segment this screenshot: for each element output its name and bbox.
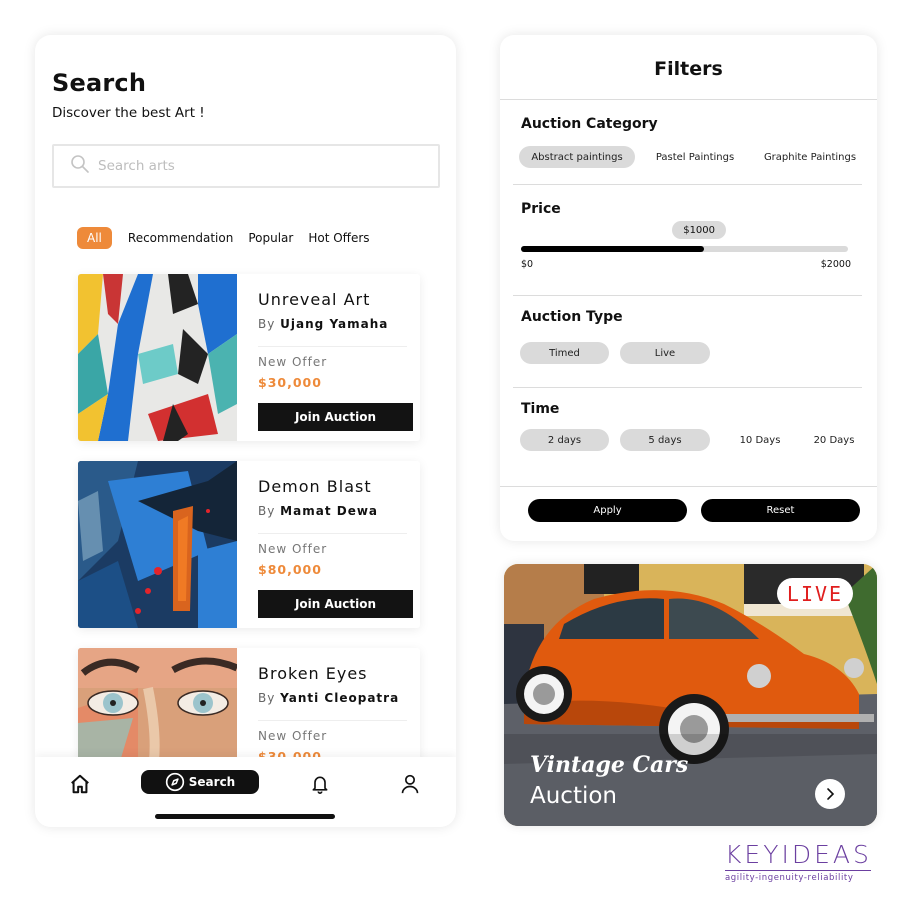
price-slider-fill[interactable] <box>521 246 705 252</box>
nav-profile[interactable] <box>400 773 420 795</box>
compass-icon <box>165 772 184 792</box>
tab-all[interactable]: All <box>77 227 112 249</box>
search-input[interactable] <box>98 158 398 174</box>
chip-abstract-paintings[interactable]: Abstract paintings <box>519 146 635 168</box>
tab-hot-offers[interactable]: Hot Offers <box>308 231 369 245</box>
home-icon <box>71 774 89 794</box>
art-title: Unreveal Art <box>258 290 371 309</box>
tab-popular[interactable]: Popular <box>248 231 293 245</box>
auction-category-heading: Auction Category <box>521 116 658 132</box>
home-indicator <box>155 814 335 819</box>
bell-icon <box>312 776 328 794</box>
art-title: Broken Eyes <box>258 664 368 683</box>
page-subtitle: Discover the best Art ! <box>52 105 205 121</box>
chip-timed[interactable]: Timed <box>520 342 609 364</box>
auction-type-heading: Auction Type <box>521 309 623 325</box>
artwork-image <box>78 461 237 628</box>
divider <box>258 720 407 721</box>
nav-home[interactable] <box>69 773 91 795</box>
brand-logo: KEYIDEAS agility-ingenuity-reliability <box>725 840 875 883</box>
offer-price: $30,000 <box>258 375 322 390</box>
art-title: Demon Blast <box>258 477 372 496</box>
divider <box>500 486 877 487</box>
divider <box>513 387 862 388</box>
price-max-label: $2000 <box>820 259 851 270</box>
promo-script-title: Vintage Cars <box>530 752 689 778</box>
chip-live[interactable]: Live <box>620 342 710 364</box>
bottom-nav: Search <box>35 757 456 827</box>
chip-2-days[interactable]: 2 days <box>520 429 609 451</box>
offer-label: New Offer <box>258 542 328 556</box>
chip-20-days[interactable]: 20 Days <box>802 429 866 451</box>
next-button[interactable] <box>815 779 845 809</box>
brand-tagline: agility-ingenuity-reliability <box>725 873 854 883</box>
offer-price: $80,000 <box>258 562 322 577</box>
nav-search[interactable]: Search <box>141 770 259 794</box>
reset-button[interactable]: Reset <box>701 499 860 522</box>
artwork-image <box>78 274 237 441</box>
apply-button[interactable]: Apply <box>528 499 687 522</box>
chevron-right-icon <box>827 788 835 800</box>
promo-title: Auction <box>530 783 618 809</box>
join-auction-button[interactable]: Join Auction <box>258 403 413 431</box>
price-min-label: $0 <box>521 259 534 270</box>
art-author: By Ujang Yamaha <box>258 317 389 331</box>
brand-underline <box>725 870 871 871</box>
offer-label: New Offer <box>258 355 328 369</box>
price-heading: Price <box>521 201 561 217</box>
art-author: By Mamat Dewa <box>258 504 379 518</box>
user-icon <box>401 774 419 794</box>
divider <box>500 99 877 100</box>
vintage-cars-promo[interactable]: LIVE Vintage Cars Auction <box>504 564 877 826</box>
search-field[interactable] <box>52 144 440 188</box>
art-author: By Yanti Cleopatra <box>258 691 400 705</box>
price-value-bubble: $1000 <box>672 221 727 239</box>
search-icon <box>70 154 90 178</box>
divider <box>258 346 407 347</box>
page-title: Search <box>52 69 147 97</box>
nav-notifications[interactable] <box>310 773 330 795</box>
time-heading: Time <box>521 401 560 417</box>
art-card[interactable]: Demon Blast By Mamat Dewa New Offer $80,… <box>78 461 420 628</box>
divider <box>513 184 862 185</box>
nav-search-label: Search <box>188 775 236 789</box>
live-badge: LIVE <box>777 578 853 609</box>
art-card[interactable]: Unreveal Art By Ujang Yamaha New Offer $… <box>78 274 420 441</box>
chip-graphite-paintings[interactable]: Graphite Paintings <box>758 146 862 168</box>
divider <box>513 295 862 296</box>
chip-pastel-paintings[interactable]: Pastel Paintings <box>648 146 742 168</box>
filters-title: Filters <box>654 58 723 80</box>
chip-10-days[interactable]: 10 Days <box>726 429 794 451</box>
divider <box>258 533 407 534</box>
price-slider[interactable] <box>521 246 848 252</box>
category-tabs: All Recommendation Popular Hot Offers <box>77 227 385 249</box>
brand-name: KEYIDEAS <box>725 840 872 869</box>
search-screen: Search Discover the best Art ! All Recom… <box>35 35 456 827</box>
chip-5-days[interactable]: 5 days <box>620 429 710 451</box>
join-auction-button[interactable]: Join Auction <box>258 590 413 618</box>
tab-recommendation[interactable]: Recommendation <box>128 231 233 245</box>
offer-label: New Offer <box>258 729 328 743</box>
filters-panel: Filters Auction Category Abstract painti… <box>500 35 877 541</box>
